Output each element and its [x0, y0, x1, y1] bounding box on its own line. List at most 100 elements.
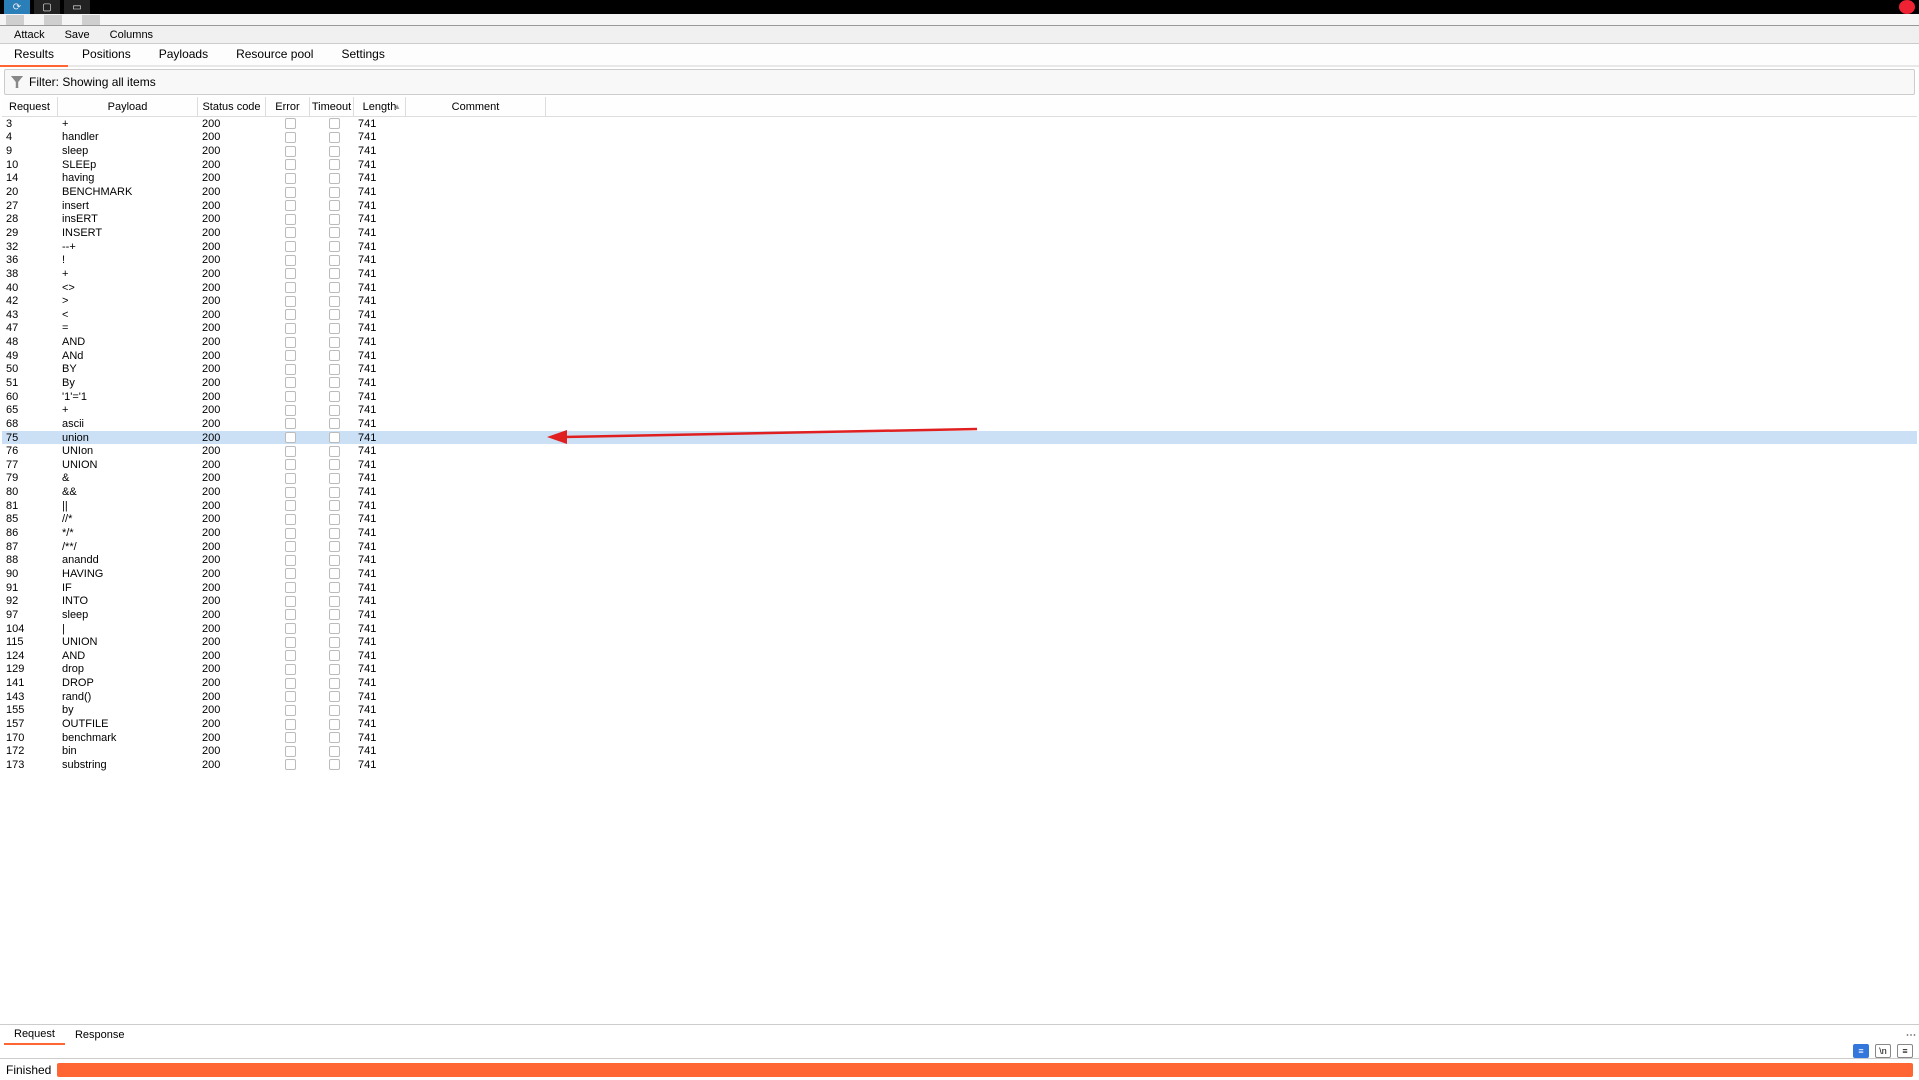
cell-length: 741 [354, 677, 406, 689]
table-row[interactable]: 124AND200741 [2, 649, 1917, 663]
table-row[interactable]: 9sleep200741 [2, 144, 1917, 158]
more-options-icon[interactable]: ⋮ [1905, 1030, 1915, 1039]
table-row[interactable]: 47=200741 [2, 322, 1917, 336]
checkbox-icon [285, 514, 296, 525]
table-row[interactable]: 92INTO200741 [2, 594, 1917, 608]
table-row[interactable]: 50BY200741 [2, 363, 1917, 377]
table-row[interactable]: 49ANd200741 [2, 349, 1917, 363]
cell-timeout [310, 650, 354, 661]
header-timeout[interactable]: Timeout [310, 97, 354, 116]
table-row[interactable]: 97sleep200741 [2, 608, 1917, 622]
table-row[interactable]: 3+200741 [2, 117, 1917, 131]
tab-settings[interactable]: Settings [327, 43, 398, 65]
header-status[interactable]: Status code [198, 97, 266, 116]
table-row[interactable]: 79&200741 [2, 472, 1917, 486]
cell-timeout [310, 418, 354, 429]
table-row[interactable]: 155by200741 [2, 704, 1917, 718]
cell-timeout [310, 255, 354, 266]
results-table: Request Payload Status code Error Timeou… [2, 97, 1917, 1024]
table-row[interactable]: 36!200741 [2, 253, 1917, 267]
header-length[interactable]: Length▲ [354, 97, 406, 116]
table-row[interactable]: 170benchmark200741 [2, 731, 1917, 745]
table-row[interactable]: 172bin200741 [2, 744, 1917, 758]
menu-attack[interactable]: Attack [4, 29, 55, 41]
table-row[interactable]: 27insert200741 [2, 199, 1917, 213]
checkbox-icon [329, 719, 340, 730]
table-row[interactable]: 81||200741 [2, 499, 1917, 513]
cell-request: 104 [2, 623, 58, 635]
table-row[interactable]: 85//*200741 [2, 513, 1917, 527]
toolbar-icon[interactable] [44, 15, 62, 25]
tab-results[interactable]: Results [0, 43, 68, 67]
table-row[interactable]: 38+200741 [2, 267, 1917, 281]
table-row[interactable]: 28insERT200741 [2, 212, 1917, 226]
checkbox-icon [285, 473, 296, 484]
table-row[interactable]: 76UNIon200741 [2, 444, 1917, 458]
cell-timeout [310, 582, 354, 593]
files-icon[interactable]: ▭ [64, 0, 90, 14]
table-row[interactable]: 75union200741 [2, 431, 1917, 445]
tab-request[interactable]: Request [4, 1025, 65, 1045]
toolbar-icon[interactable] [82, 15, 100, 25]
table-row[interactable]: 90HAVING200741 [2, 567, 1917, 581]
header-payload[interactable]: Payload [58, 97, 198, 116]
close-window-icon[interactable] [1899, 0, 1915, 14]
table-row[interactable]: 88anandd200741 [2, 554, 1917, 568]
toolbar-icon[interactable] [6, 15, 24, 25]
table-row[interactable]: 14having200741 [2, 172, 1917, 186]
table-row[interactable]: 40<>200741 [2, 281, 1917, 295]
table-row[interactable]: 42>200741 [2, 294, 1917, 308]
checkbox-icon [329, 159, 340, 170]
cell-payload: BY [58, 363, 198, 375]
cell-error [266, 173, 310, 184]
table-row[interactable]: 157OUTFILE200741 [2, 717, 1917, 731]
table-row[interactable]: 65+200741 [2, 403, 1917, 417]
menu-save[interactable]: Save [55, 29, 100, 41]
table-row[interactable]: 51By200741 [2, 376, 1917, 390]
table-row[interactable]: 68ascii200741 [2, 417, 1917, 431]
menu-columns[interactable]: Columns [100, 29, 163, 41]
table-row[interactable]: 10SLEEp200741 [2, 158, 1917, 172]
checkbox-icon [329, 528, 340, 539]
table-row[interactable]: 32--+200741 [2, 240, 1917, 254]
table-row[interactable]: 104|200741 [2, 622, 1917, 636]
table-row[interactable]: 60'1'='1200741 [2, 390, 1917, 404]
cell-timeout [310, 678, 354, 689]
table-row[interactable]: 80&&200741 [2, 485, 1917, 499]
table-row[interactable]: 86*/*200741 [2, 526, 1917, 540]
header-error[interactable]: Error [266, 97, 310, 116]
table-row[interactable]: 43<200741 [2, 308, 1917, 322]
render-view-icon[interactable]: ≡ [1853, 1044, 1869, 1058]
header-request[interactable]: Request [2, 97, 58, 116]
table-row[interactable]: 4handler200741 [2, 131, 1917, 145]
kali-icon[interactable]: ⟳ [4, 0, 30, 14]
cell-payload: insERT [58, 213, 198, 225]
cell-payload: OUTFILE [58, 718, 198, 730]
cell-payload: insert [58, 200, 198, 212]
cell-request: 172 [2, 745, 58, 757]
cell-error [266, 473, 310, 484]
tab-resource-pool[interactable]: Resource pool [222, 43, 327, 65]
list-view-icon[interactable]: ≡ [1897, 1044, 1913, 1058]
table-row[interactable]: 29INSERT200741 [2, 226, 1917, 240]
table-row[interactable]: 141DROP200741 [2, 676, 1917, 690]
newline-icon[interactable]: \n [1875, 1044, 1891, 1058]
filter-bar[interactable]: Filter: Showing all items [4, 69, 1915, 95]
table-row[interactable]: 143rand()200741 [2, 690, 1917, 704]
checkbox-icon [329, 200, 340, 211]
table-row[interactable]: 20BENCHMARK200741 [2, 185, 1917, 199]
tab-payloads[interactable]: Payloads [145, 43, 222, 65]
cell-timeout [310, 514, 354, 525]
tab-response[interactable]: Response [65, 1026, 135, 1044]
terminal-icon[interactable]: ▢ [34, 0, 60, 14]
table-row[interactable]: 129drop200741 [2, 663, 1917, 677]
header-comment[interactable]: Comment [406, 97, 546, 116]
tab-positions[interactable]: Positions [68, 43, 145, 65]
table-row[interactable]: 48AND200741 [2, 335, 1917, 349]
table-row[interactable]: 91IF200741 [2, 581, 1917, 595]
table-row[interactable]: 77UNION200741 [2, 458, 1917, 472]
table-row[interactable]: 87/**/200741 [2, 540, 1917, 554]
table-row[interactable]: 173substring200741 [2, 758, 1917, 772]
cell-error [266, 759, 310, 770]
table-row[interactable]: 115UNION200741 [2, 635, 1917, 649]
